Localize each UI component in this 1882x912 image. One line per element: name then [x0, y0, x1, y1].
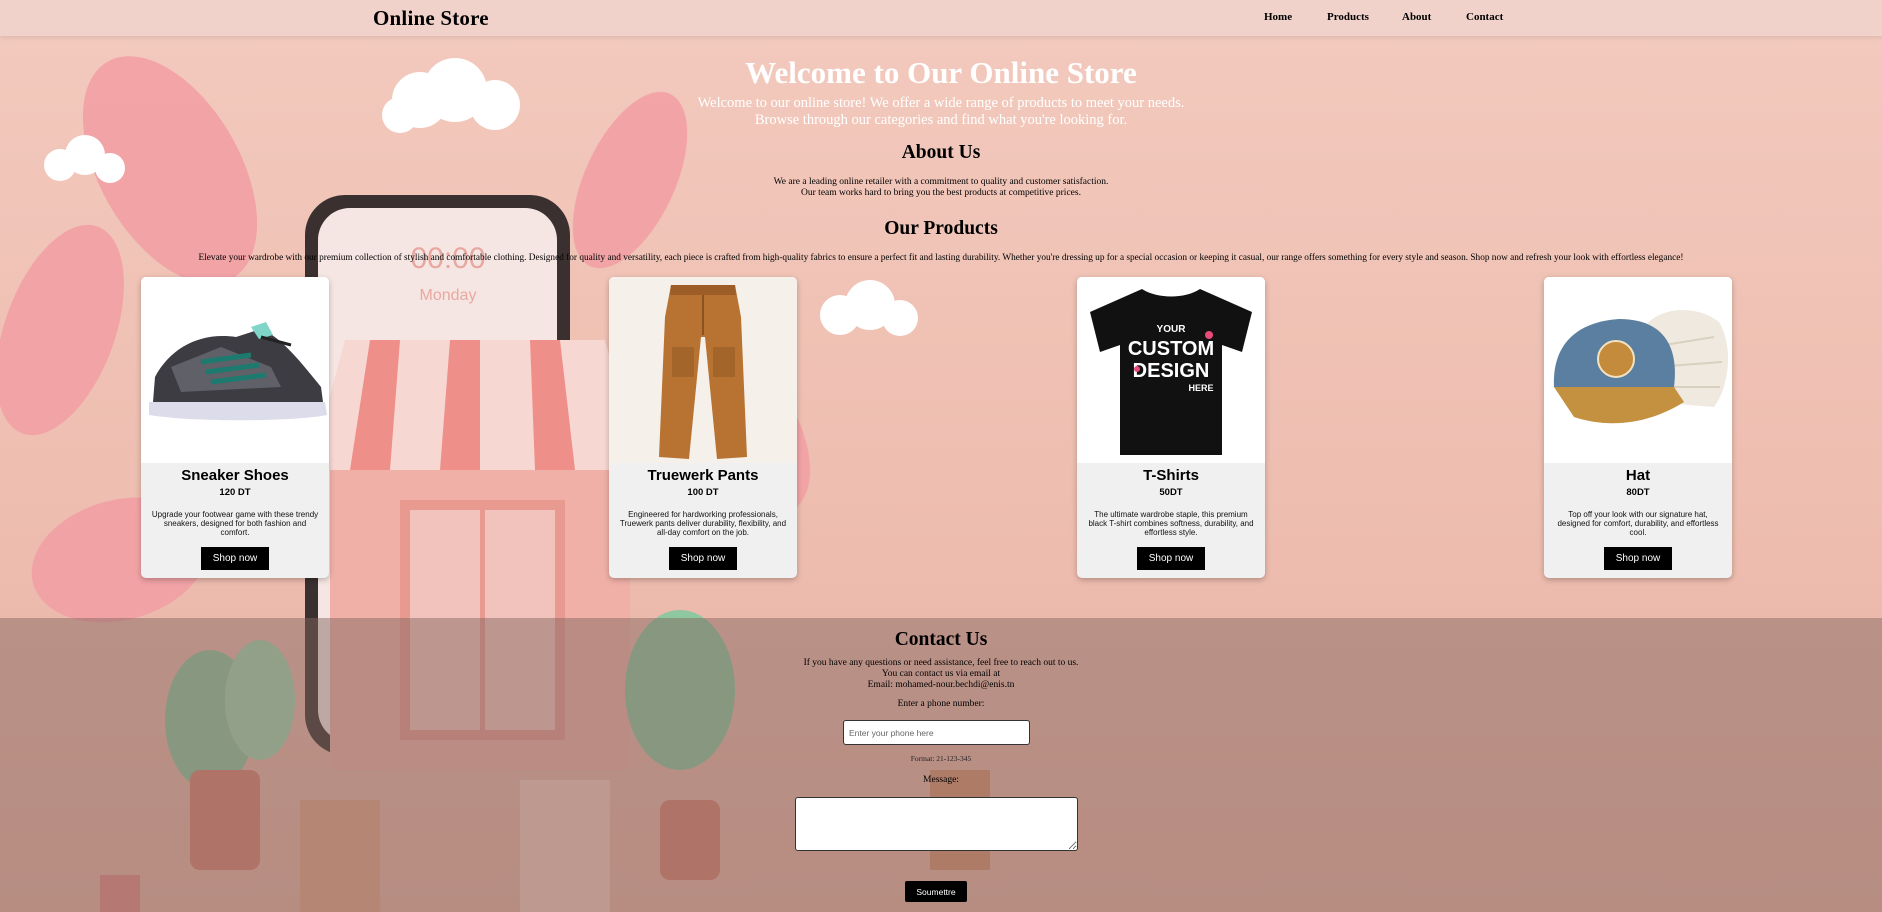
product-name: T-Shirts [1143, 467, 1199, 484]
svg-text:YOUR: YOUR [1157, 324, 1187, 335]
sneaker-icon [141, 277, 329, 463]
product-card-hat: Hat 80DT Top off your look with our sign… [1544, 277, 1732, 578]
svg-text:CUSTOM: CUSTOM [1128, 338, 1214, 360]
product-description: Engineered for hardworking professionals… [619, 510, 787, 537]
product-name: Sneaker Shoes [181, 467, 289, 484]
svg-text:DESIGN: DESIGN [1133, 360, 1210, 382]
nav-about[interactable]: About [1402, 11, 1431, 23]
product-card-pants: Truewerk Pants 100 DT Engineered for har… [609, 277, 797, 578]
contact-title: Contact Us [894, 629, 988, 650]
phone-format-hint: Format: 21-123-345 [910, 754, 972, 763]
hero-text: Welcome to our online store! We offer a … [0, 95, 1882, 129]
product-card-tshirt: YOUR CUSTOM DESIGN HERE T-Shirts 50DT Th… [1077, 277, 1265, 578]
product-price: 120 DT [219, 487, 251, 498]
svg-text:HERE: HERE [1188, 383, 1213, 393]
shop-now-button[interactable]: Shop now [668, 547, 738, 570]
hero-title: Welcome to Our Online Store [745, 55, 1137, 90]
page-content: Welcome to Our Online Store Welcome to o… [0, 0, 1882, 912]
product-price: 80DT [1626, 487, 1650, 498]
contact-text: If you have any questions or need assist… [0, 658, 1882, 691]
products-title: Our Products [884, 218, 998, 239]
product-price: 100 DT [687, 487, 719, 498]
site-header: Online Store Home Products About Contact [0, 0, 1882, 36]
shop-now-button[interactable]: Shop now [200, 547, 270, 570]
product-card-sneaker: Sneaker Shoes 120 DT Upgrade your footwe… [141, 277, 329, 578]
contact-line: You can contact us via email at [881, 669, 1001, 679]
about-line: Our team works hard to bring you the bes… [801, 188, 1081, 198]
nav-contact[interactable]: Contact [1466, 11, 1503, 23]
hat-icon [1544, 277, 1732, 463]
hero-line: Welcome to our online store! We offer a … [697, 95, 1185, 111]
nav-home[interactable]: Home [1264, 11, 1292, 23]
products-intro: Elevate your wardrobe with our premium c… [198, 253, 1684, 263]
about-line: We are a leading online retailer with a … [773, 177, 1109, 187]
product-price: 50DT [1159, 487, 1183, 498]
product-description: Top off your look with our signature hat… [1557, 510, 1719, 537]
hero-line: Browse through our categories and find w… [754, 112, 1128, 128]
submit-button[interactable]: Soumettre [905, 881, 967, 902]
product-name: Truewerk Pants [647, 467, 759, 484]
product-name: Hat [1625, 467, 1651, 484]
phone-input[interactable] [843, 720, 1030, 745]
tshirt-icon: YOUR CUSTOM DESIGN HERE [1077, 277, 1265, 463]
contact-line: If you have any questions or need assist… [803, 658, 1079, 668]
message-textarea[interactable] [795, 797, 1078, 851]
site-brand[interactable]: Online Store [373, 6, 489, 31]
about-text: We are a leading online retailer with a … [0, 177, 1882, 199]
contact-email: Email: mohamed-nour.bechdi@enis.tn [867, 680, 1015, 690]
product-description: Upgrade your footwear game with these tr… [151, 510, 319, 537]
product-description: The ultimate wardrobe staple, this premi… [1088, 510, 1254, 537]
shop-now-button[interactable]: Shop now [1603, 547, 1673, 570]
phone-label: Enter a phone number: [897, 699, 985, 709]
message-label: Message: [923, 775, 959, 785]
nav-products[interactable]: Products [1327, 11, 1369, 23]
shop-now-button[interactable]: Shop now [1136, 547, 1206, 570]
about-title: About Us [901, 142, 981, 163]
pants-icon [609, 277, 797, 463]
